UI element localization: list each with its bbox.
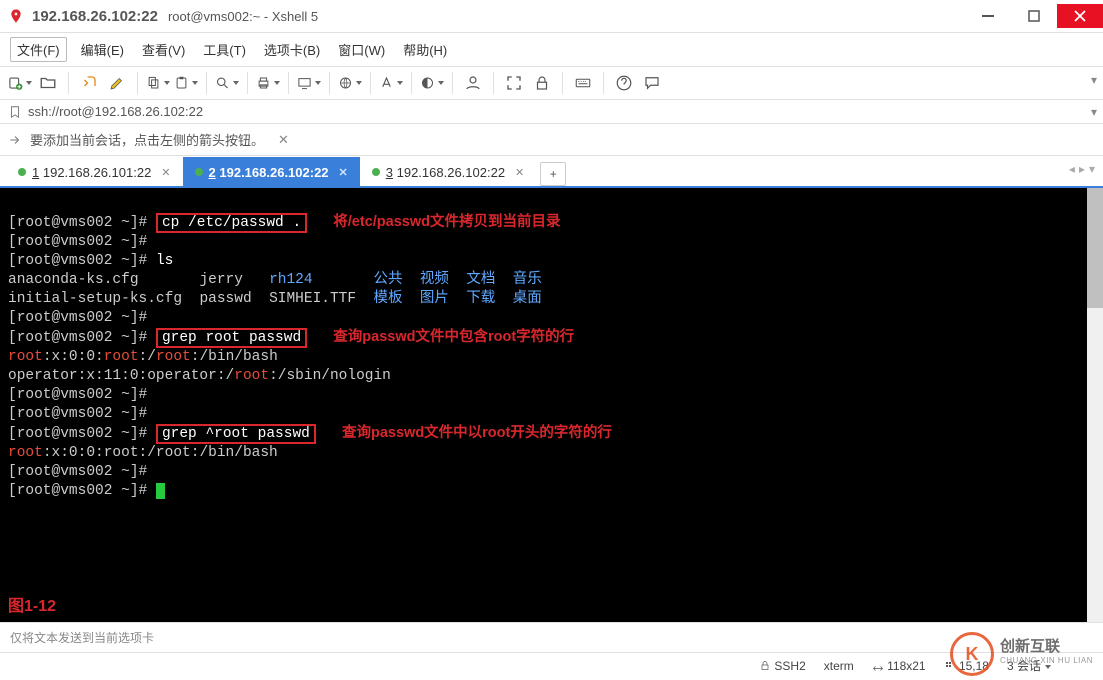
separator (247, 72, 248, 94)
address-bar: ssh://root@192.168.26.102:22 ▾ (0, 100, 1103, 124)
watermark-text: 创新互联 (1000, 640, 1093, 654)
menu-tools[interactable]: 工具(T) (199, 38, 250, 61)
status-dot-icon (18, 168, 26, 176)
tab-close-icon[interactable]: ✕ (515, 166, 524, 179)
tab-3[interactable]: 3 192.168.26.102:22 ✕ (360, 157, 537, 186)
separator (137, 72, 138, 94)
toolbar: ▾ (0, 67, 1103, 100)
separator (452, 72, 453, 94)
globe-button[interactable] (338, 71, 362, 95)
open-button[interactable] (36, 71, 60, 95)
figure-label: 图1-12 (8, 597, 56, 616)
terminal[interactable]: [root@vms002 ~]# cp /etc/passwd . 将/etc/… (0, 188, 1103, 622)
send-input[interactable]: 仅将文本发送到当前选项卡 (0, 622, 1103, 652)
maximize-button[interactable] (1011, 4, 1057, 28)
status-dot-icon (195, 168, 203, 176)
new-session-button[interactable] (8, 71, 32, 95)
tab-strip: 1 192.168.26.101:22 ✕ 2 192.168.26.102:2… (0, 156, 1103, 188)
reconnect-button[interactable] (77, 71, 101, 95)
scrollbar-thumb[interactable] (1087, 188, 1103, 308)
separator (493, 72, 494, 94)
menubar: 文件(F) 编辑(E) 查看(V) 工具(T) 选项卡(B) 窗口(W) 帮助(… (0, 33, 1103, 67)
print-button[interactable] (256, 71, 280, 95)
separator (562, 72, 563, 94)
send-placeholder: 仅将文本发送到当前选项卡 (10, 631, 154, 645)
info-bar: 要添加当前会话，点击左侧的箭头按钮。 ✕ (0, 124, 1103, 156)
chat-button[interactable] (640, 71, 664, 95)
add-tab-button[interactable]: + (540, 162, 566, 186)
menu-file[interactable]: 文件(F) (10, 37, 67, 62)
status-term: xterm (824, 659, 854, 673)
close-button[interactable] (1057, 4, 1103, 28)
watermark-logo-icon: K (950, 632, 994, 676)
keyboard-button[interactable] (571, 71, 595, 95)
menu-edit[interactable]: 编辑(E) (77, 38, 128, 61)
arrow-icon[interactable] (8, 133, 22, 147)
tab-1[interactable]: 1 192.168.26.101:22 ✕ (6, 157, 183, 186)
separator (68, 72, 69, 94)
minimize-button[interactable] (965, 4, 1011, 28)
cursor (156, 483, 165, 499)
status-bar: SSH2 xterm 118x21 15,18 3 会话 (0, 652, 1103, 678)
fullscreen-button[interactable] (502, 71, 526, 95)
separator (206, 72, 207, 94)
address-overflow[interactable]: ▾ (1091, 105, 1097, 119)
status-proto: SSH2 (759, 659, 806, 673)
find-button[interactable] (215, 71, 239, 95)
transfer-button[interactable] (297, 71, 321, 95)
tab-close-icon[interactable]: ✕ (339, 166, 348, 179)
menu-view[interactable]: 查看(V) (138, 38, 189, 61)
tab-2[interactable]: 2 192.168.26.102:22 ✕ (183, 157, 360, 186)
tab-scroll[interactable]: ◂▸▾ (1069, 162, 1095, 176)
watermark-subtext: CHUANG XIN HU LIAN (1000, 654, 1093, 668)
address-url[interactable]: ssh://root@192.168.26.102:22 (28, 104, 1095, 119)
watermark: K 创新互联 CHUANG XIN HU LIAN (940, 628, 1103, 680)
help-button[interactable] (612, 71, 636, 95)
tab-close-icon[interactable]: ✕ (161, 166, 170, 179)
separator (370, 72, 371, 94)
info-close-icon[interactable]: ✕ (278, 132, 289, 148)
toolbar-overflow[interactable]: ▾ (1091, 73, 1097, 87)
annotation: 将/etc/passwd文件拷贝到当前目录 (333, 214, 560, 230)
font-button[interactable] (379, 71, 403, 95)
highlighted-command: grep root passwd (156, 328, 307, 348)
menu-help[interactable]: 帮助(H) (399, 38, 451, 61)
annotation: 查询passwd文件中以root开头的字符的行 (342, 425, 612, 441)
highlighted-command: grep ^root passwd (156, 424, 316, 444)
user-button[interactable] (461, 71, 485, 95)
status-dot-icon (372, 168, 380, 176)
separator (329, 72, 330, 94)
bookmark-icon[interactable] (8, 105, 22, 119)
copy-button[interactable] (146, 71, 170, 95)
title-ip: 192.168.26.102:22 (32, 8, 158, 25)
menu-tabs[interactable]: 选项卡(B) (260, 38, 324, 61)
status-size: 118x21 (872, 659, 926, 673)
lock-button[interactable] (530, 71, 554, 95)
separator (288, 72, 289, 94)
menu-window[interactable]: 窗口(W) (334, 38, 389, 61)
scrollbar[interactable] (1087, 188, 1103, 622)
titlebar: 192.168.26.102:22 root@vms002:~ - Xshell… (0, 0, 1103, 33)
app-icon (8, 8, 24, 24)
color-button[interactable] (420, 71, 444, 95)
separator (411, 72, 412, 94)
properties-button[interactable] (105, 71, 129, 95)
info-text: 要添加当前会话，点击左侧的箭头按钮。 (30, 130, 264, 149)
annotation: 查询passwd文件中包含root字符的行 (333, 329, 574, 345)
separator (603, 72, 604, 94)
paste-button[interactable] (174, 71, 198, 95)
highlighted-command: cp /etc/passwd . (156, 213, 307, 233)
title-sub: root@vms002:~ - Xshell 5 (168, 9, 318, 24)
